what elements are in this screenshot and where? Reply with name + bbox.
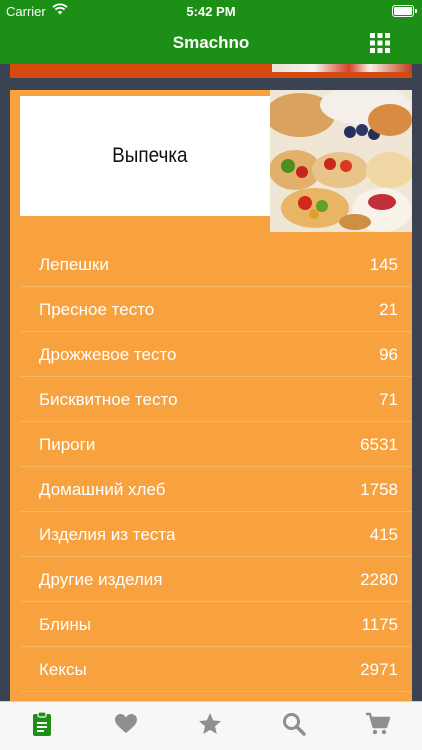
- search-icon: [283, 713, 306, 736]
- previous-category-card[interactable]: [10, 64, 412, 78]
- subcategory-name: Домашний хлеб: [39, 480, 166, 499]
- list-item[interactable]: Изделия из теста 415: [20, 512, 412, 557]
- tab-top[interactable]: [197, 711, 223, 737]
- subcategory-count: 1175: [361, 615, 398, 634]
- subcategory-count: 71: [379, 390, 398, 409]
- subcategory-count: 21: [379, 300, 398, 319]
- subcategory-name: Пресное тесто: [39, 300, 155, 319]
- subcategory-count: 415: [369, 525, 398, 544]
- subcategory-list: Лепешки 145 Пресное тесто 21 Дрожжевое т…: [10, 242, 412, 692]
- category-image: [270, 90, 412, 232]
- list-item[interactable]: Лепешки 145: [20, 242, 412, 287]
- tab-favorites[interactable]: [113, 711, 139, 737]
- list-item[interactable]: Пироги 6531: [20, 422, 412, 467]
- subcategory-count: 2971: [360, 660, 398, 679]
- battery-icon: [392, 5, 417, 17]
- subcategory-name: Изделия из теста: [39, 525, 176, 544]
- subcategory-name: Другие изделия: [39, 570, 163, 589]
- tab-search[interactable]: [281, 711, 307, 737]
- tab-cart[interactable]: [365, 711, 391, 737]
- subcategory-count: 6531: [360, 435, 398, 454]
- status-bar: Carrier 5:42 PM: [0, 0, 422, 22]
- subcategory-name: Пироги: [39, 435, 96, 454]
- category-card: Выпечка Лепешки 145 Пресное тесто 21 Дро…: [10, 90, 412, 702]
- page-title: Smachno: [172, 33, 250, 52]
- grid-icon[interactable]: [370, 33, 390, 53]
- subcategory-name: Кексы: [39, 660, 87, 679]
- star-icon: [199, 713, 221, 734]
- category-title: Выпечка: [112, 144, 188, 167]
- subcategory-count: 96: [379, 345, 398, 364]
- list-item[interactable]: Пресное тесто 21: [20, 287, 412, 332]
- category-header[interactable]: Выпечка: [20, 96, 280, 216]
- list-item[interactable]: Домашний хлеб 1758: [20, 467, 412, 512]
- subcategory-name: Бисквитное тесто: [39, 390, 178, 409]
- tab-recipes[interactable]: [29, 711, 55, 737]
- tab-bar: [0, 701, 422, 750]
- list-item[interactable]: Кексы 2971: [20, 647, 412, 692]
- subcategory-name: Дрожжевое тесто: [39, 345, 177, 364]
- list-item[interactable]: Блины 1175: [20, 602, 412, 647]
- cart-icon: [366, 712, 391, 735]
- clipboard-icon: [33, 711, 51, 736]
- subcategory-name: Лепешки: [39, 255, 109, 274]
- heart-icon: [115, 714, 137, 733]
- previous-category-image: [272, 64, 412, 72]
- list-item[interactable]: Другие изделия 2280: [20, 557, 412, 602]
- subcategory-count: 145: [369, 255, 398, 274]
- subcategory-name: Блины: [39, 615, 91, 634]
- list-item[interactable]: Бисквитное тесто 71: [20, 377, 412, 422]
- subcategory-count: 2280: [360, 570, 398, 589]
- navigation-bar: Smachno: [0, 22, 422, 64]
- subcategory-count: 1758: [360, 480, 398, 499]
- clock: 5:42 PM: [186, 4, 236, 19]
- list-item[interactable]: Дрожжевое тесто 96: [20, 332, 412, 377]
